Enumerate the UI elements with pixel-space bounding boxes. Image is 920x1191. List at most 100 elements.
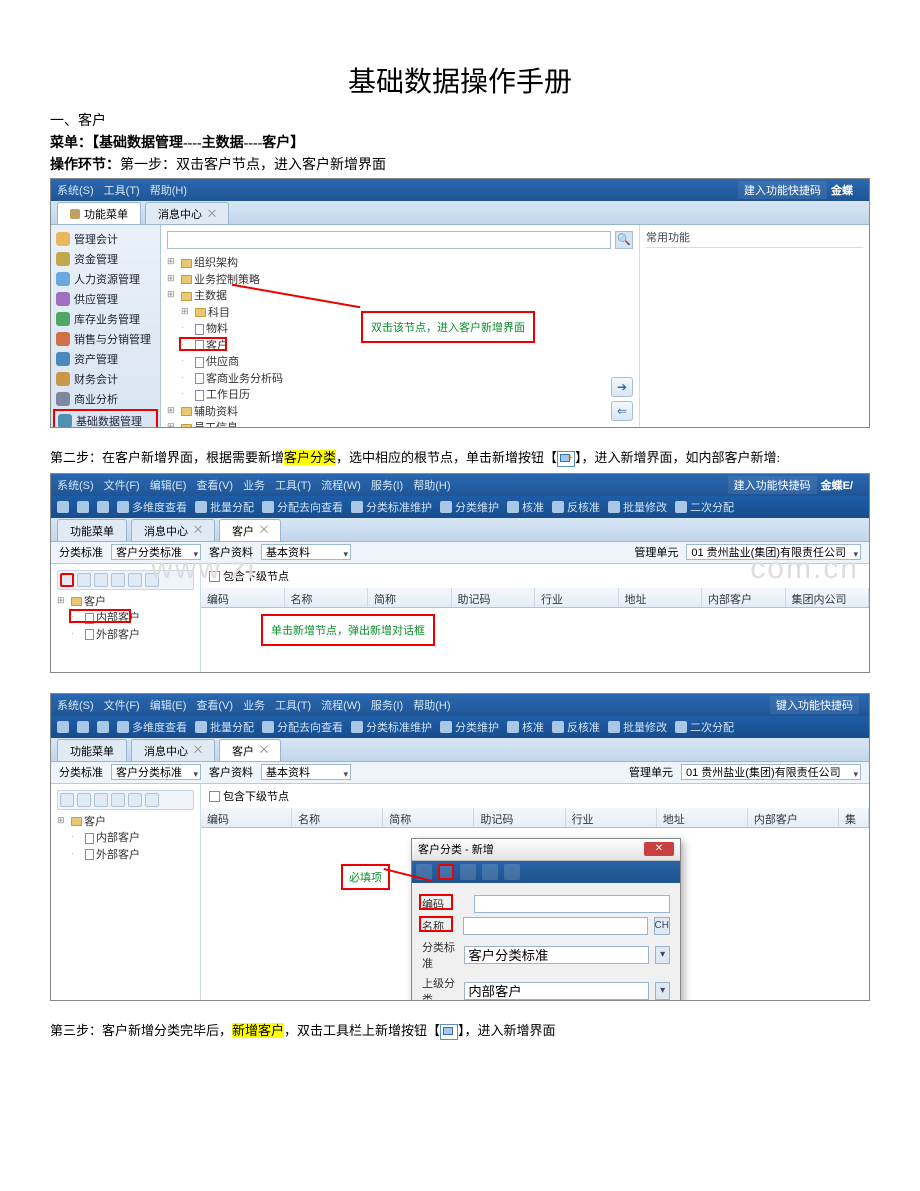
tb-item[interactable]: [97, 721, 109, 733]
close-icon[interactable]: ⨉: [260, 525, 268, 536]
menu-item[interactable]: 工具(T): [275, 697, 311, 713]
menu-item[interactable]: 帮助(H): [413, 477, 450, 493]
tree-node-internal[interactable]: 内部客户: [71, 610, 194, 627]
tb-item[interactable]: [77, 721, 89, 733]
filter-dropdown[interactable]: 客户分类标准▾: [111, 544, 201, 560]
tree-tool-btn[interactable]: [128, 573, 142, 587]
tree-tool-btn[interactable]: [111, 793, 125, 807]
col-header[interactable]: 地址: [657, 808, 748, 827]
tree-node[interactable]: 客商业务分析码: [181, 371, 633, 388]
menu-item[interactable]: 业务: [243, 697, 265, 713]
menu-item[interactable]: 帮助(H): [413, 697, 450, 713]
sidebar-item[interactable]: 人力资源管理: [53, 269, 158, 289]
tree-tool-btn[interactable]: [94, 573, 108, 587]
tb-item[interactable]: 多维度查看: [117, 499, 187, 515]
col-header[interactable]: 内部客户: [748, 808, 839, 827]
filter-dropdown[interactable]: 01 贵州盐业(集团)有限责任公司▾: [681, 764, 861, 780]
tree-node-root[interactable]: 客户 内部客户 外部客户: [57, 814, 194, 864]
tree-tool-btn[interactable]: [77, 793, 91, 807]
tree-node[interactable]: 供应商: [181, 354, 633, 371]
search-button[interactable]: 🔍: [615, 231, 633, 249]
tab-message-center[interactable]: 消息中心⨉: [131, 519, 215, 541]
menu-item[interactable]: 流程(W): [321, 477, 361, 493]
menu-item[interactable]: 查看(V): [196, 477, 233, 493]
tree-tool-btn[interactable]: [60, 793, 74, 807]
tree-tool-btn[interactable]: [94, 793, 108, 807]
tree-node-master-data[interactable]: 主数据 科目 物料 客户 供应商 客商业务分析码 工作日历: [167, 288, 633, 404]
tree-tool-btn[interactable]: [111, 573, 125, 587]
tab-function-menu[interactable]: 功能菜单: [57, 739, 127, 761]
dlg-tool-btn[interactable]: [460, 864, 476, 880]
tree-node-external[interactable]: 外部客户: [71, 847, 194, 864]
col-header[interactable]: 行业: [535, 588, 619, 607]
tab-customer[interactable]: 客户⨉: [219, 739, 281, 761]
sidebar-item[interactable]: 商业分析: [53, 389, 158, 409]
std-input[interactable]: [464, 946, 649, 964]
tree-node[interactable]: 员工信息: [167, 420, 633, 428]
parent-input[interactable]: [464, 982, 649, 1000]
col-header[interactable]: 编码: [201, 588, 285, 607]
menu-system[interactable]: 系统(S): [57, 182, 94, 198]
menu-item[interactable]: 系统(S): [57, 477, 94, 493]
code-input[interactable]: [474, 895, 670, 913]
col-header[interactable]: 行业: [566, 808, 657, 827]
checkbox-include-children[interactable]: [209, 571, 220, 582]
col-header[interactable]: 编码: [201, 808, 292, 827]
dialog-close-button[interactable]: ✕: [644, 842, 674, 856]
tb-item[interactable]: 反核准: [552, 499, 600, 515]
sidebar-item-basic-data[interactable]: 基础数据管理: [53, 409, 158, 428]
menu-item[interactable]: 文件(F): [104, 697, 140, 713]
dlg-tool-btn[interactable]: [482, 864, 498, 880]
menu-item[interactable]: 查看(V): [196, 697, 233, 713]
tb-item[interactable]: 分类维护: [440, 719, 499, 735]
tb-item[interactable]: 分类标准维护: [351, 719, 432, 735]
lookup-button[interactable]: ▾: [655, 982, 670, 1000]
menu-help[interactable]: 帮助(H): [150, 182, 187, 198]
tb-item[interactable]: 二次分配: [675, 719, 734, 735]
col-header[interactable]: 内部客户: [702, 588, 786, 607]
tree-node[interactable]: 组织架构: [167, 255, 633, 272]
menu-tools[interactable]: 工具(T): [104, 182, 140, 198]
dlg-save-btn[interactable]: [438, 864, 454, 880]
col-header[interactable]: 简称: [368, 588, 452, 607]
tree-node-external[interactable]: 外部客户: [71, 627, 194, 644]
menu-item[interactable]: 编辑(E): [150, 697, 187, 713]
close-icon[interactable]: ⨉: [260, 745, 268, 756]
menu-item[interactable]: 服务(I): [371, 697, 403, 713]
sidebar-item[interactable]: 资金管理: [53, 249, 158, 269]
close-icon[interactable]: ⨉: [208, 209, 216, 220]
filter-dropdown[interactable]: 客户分类标准▾: [111, 764, 201, 780]
sidebar-item[interactable]: 管理会计: [53, 229, 158, 249]
lookup-button[interactable]: ▾: [655, 946, 670, 964]
tab-message-center[interactable]: 消息中心⨉: [131, 739, 215, 761]
nav-prev-button[interactable]: ⇐: [611, 401, 633, 421]
col-header[interactable]: 助记码: [474, 808, 565, 827]
col-header[interactable]: 简称: [383, 808, 474, 827]
tree-tool-btn[interactable]: [145, 573, 159, 587]
menu-item[interactable]: 工具(T): [275, 477, 311, 493]
name-input[interactable]: [463, 917, 648, 935]
tree-node-root[interactable]: 客户 内部客户 外部客户: [57, 594, 194, 644]
col-header[interactable]: 地址: [619, 588, 703, 607]
tab-function-menu[interactable]: 功能菜单: [57, 519, 127, 541]
quick-entry[interactable]: 键入功能快捷码: [770, 696, 859, 714]
tree-tool-btn[interactable]: [77, 573, 91, 587]
sidebar-item[interactable]: 供应管理: [53, 289, 158, 309]
tb-item[interactable]: [77, 501, 89, 513]
col-header[interactable]: 名称: [285, 588, 369, 607]
nav-next-button[interactable]: ➔: [611, 377, 633, 397]
lang-button[interactable]: CH: [654, 917, 670, 935]
filter-dropdown[interactable]: 01 贵州盐业(集团)有限责任公司▾: [686, 544, 861, 560]
tree-new-button[interactable]: [60, 573, 74, 587]
tree-node-internal[interactable]: 内部客户: [71, 830, 194, 847]
tb-item[interactable]: 批量分配: [195, 719, 254, 735]
tb-item[interactable]: 批量修改: [608, 499, 667, 515]
close-icon[interactable]: ⨉: [194, 745, 202, 756]
tree-tool-btn[interactable]: [128, 793, 142, 807]
tb-item[interactable]: 批量修改: [608, 719, 667, 735]
tree-tool-btn[interactable]: [145, 793, 159, 807]
search-input[interactable]: [167, 231, 611, 249]
tree-node[interactable]: 辅助资料: [167, 404, 633, 421]
filter-dropdown[interactable]: 基本资料▾: [261, 544, 351, 560]
quick-entry[interactable]: 建入功能快捷码: [738, 181, 827, 199]
